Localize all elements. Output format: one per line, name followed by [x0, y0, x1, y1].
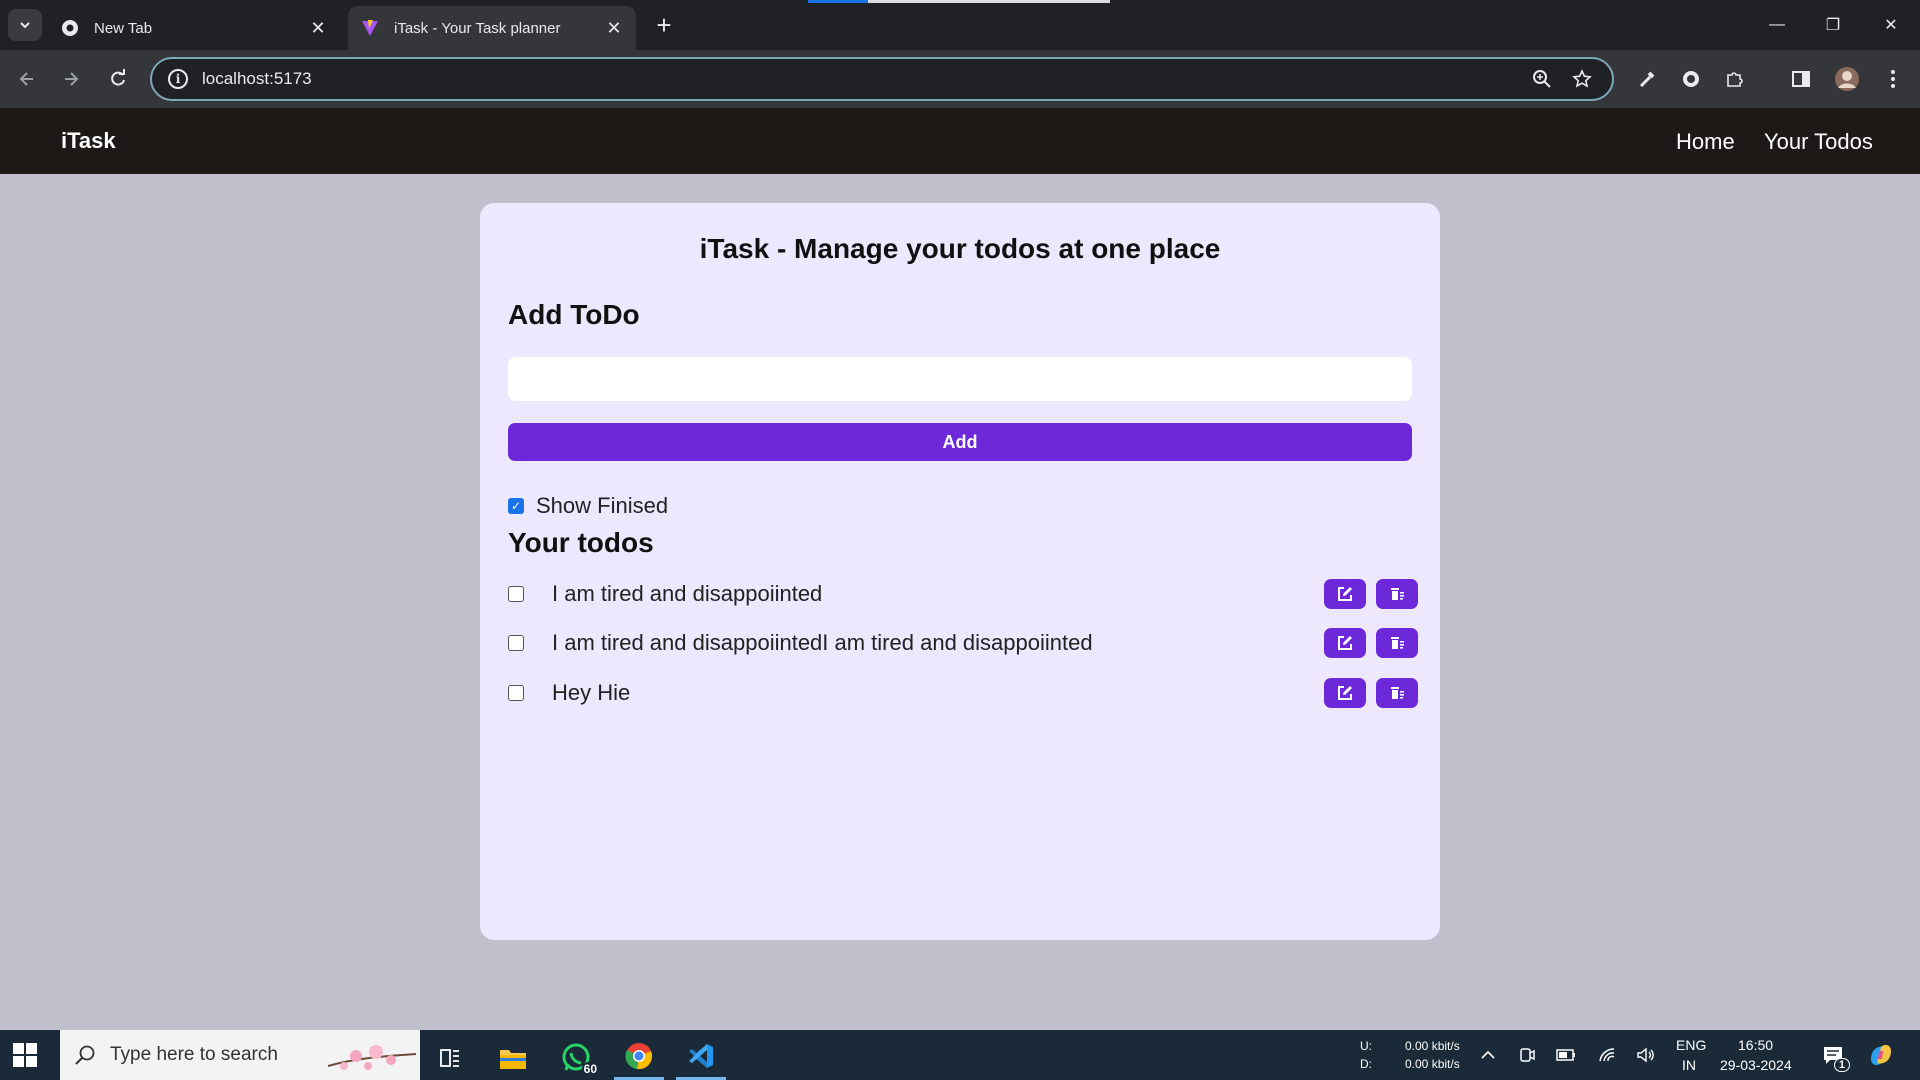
todo-card: iTask - Manage your todos at one place A… [480, 203, 1440, 940]
add-todo-heading: Add ToDo [508, 299, 640, 330]
vscode-icon[interactable] [676, 1035, 726, 1080]
chevron-down-icon [20, 22, 30, 29]
zoom-icon[interactable] [1528, 65, 1556, 93]
net-download-speed: 0.00 kbit/s [1405, 1057, 1460, 1071]
edit-button[interactable] [1324, 678, 1366, 708]
notifications-icon[interactable]: 1 [1820, 1042, 1850, 1072]
forward-icon[interactable] [56, 64, 86, 94]
whatsapp-icon[interactable]: 60 [551, 1035, 601, 1080]
add-button[interactable]: Add [508, 423, 1412, 461]
todo-item: Hey Hie [508, 677, 1418, 709]
todo-item: I am tired and disappoiinted [508, 578, 1418, 610]
chevron-up-icon[interactable] [1478, 1045, 1498, 1065]
site-brand: iTask [61, 128, 116, 153]
browser-tab-bar: New Tab ✕ iTask - Your Task planner ✕ + … [0, 0, 1920, 50]
chrome-icon [60, 18, 80, 38]
browser-toolbar: i localhost:5173 [0, 50, 1920, 108]
whatsapp-badge: 60 [581, 1062, 599, 1076]
nav-link-your-todos[interactable]: Your Todos [1764, 129, 1873, 155]
show-finished-label: Show Finised [536, 493, 669, 518]
close-icon[interactable]: ✕ [604, 18, 624, 38]
tab-strip-indicator [808, 0, 1110, 3]
todo-input[interactable] [508, 357, 1412, 401]
region-indicator[interactable]: IN [1682, 1057, 1696, 1073]
page-title: iTask - Manage your todos at one place [699, 233, 1221, 264]
tab-title: iTask - Your Task planner [394, 19, 561, 37]
puzzle-icon[interactable] [1720, 64, 1750, 94]
tab-new-tab[interactable]: New Tab ✕ [48, 6, 340, 50]
file-explorer-icon[interactable] [488, 1035, 538, 1080]
edit-icon [1338, 636, 1352, 650]
chrome-taskbar-icon[interactable] [614, 1035, 664, 1080]
back-icon[interactable] [12, 64, 42, 94]
side-panel-icon[interactable] [1786, 64, 1816, 94]
eyedropper-extension-icon[interactable] [1632, 64, 1662, 94]
reload-icon[interactable] [103, 64, 133, 94]
todo-checkbox[interactable] [508, 586, 524, 602]
volume-icon[interactable] [1636, 1045, 1656, 1065]
clock-time[interactable]: 16:50 [1738, 1037, 1773, 1053]
delete-icon [1391, 588, 1404, 600]
delete-icon [1391, 637, 1404, 649]
edit-icon [1338, 686, 1352, 700]
todo-checkbox[interactable] [508, 685, 524, 701]
show-finished-checkbox[interactable]: ✓ [508, 498, 524, 514]
notification-badge: 1 [1833, 1058, 1850, 1072]
show-finished-toggle[interactable]: ✓ Show Finised [508, 493, 668, 519]
battery-icon[interactable] [1556, 1045, 1576, 1065]
delete-icon [1391, 687, 1404, 699]
close-icon[interactable]: ✕ [308, 18, 328, 38]
tab-search-button[interactable] [8, 9, 42, 41]
edit-button[interactable] [1324, 579, 1366, 609]
todo-checkbox[interactable] [508, 635, 524, 651]
net-upload-speed: 0.00 kbit/s [1405, 1039, 1460, 1053]
your-todos-heading: Your todos [508, 527, 654, 558]
vite-icon [360, 18, 380, 38]
nav-link-home[interactable]: Home [1676, 129, 1735, 155]
minimize-icon[interactable]: — [1764, 12, 1790, 38]
todo-text: I am tired and disappoiintedI am tired a… [552, 630, 1093, 655]
url-text[interactable]: localhost:5173 [202, 69, 1516, 89]
tab-itask[interactable]: iTask - Your Task planner ✕ [348, 6, 636, 50]
todo-text: I am tired and disappoiinted [552, 581, 823, 606]
delete-button[interactable] [1376, 628, 1418, 658]
windows-taskbar: Type here to search 60 U: D: 0.00 kbit/s… [0, 1030, 1920, 1080]
copilot-icon[interactable] [1866, 1040, 1896, 1070]
language-indicator[interactable]: ENG [1676, 1037, 1706, 1053]
restore-icon[interactable]: ❐ [1820, 12, 1846, 38]
taskbar-search[interactable]: Type here to search [60, 1030, 420, 1080]
site-navbar: iTask Home Your Todos [0, 108, 1920, 174]
todo-text: Hey Hie [552, 680, 631, 705]
window-close-icon[interactable]: ✕ [1878, 12, 1904, 38]
edit-icon [1338, 587, 1352, 601]
clock-date[interactable]: 29-03-2024 [1720, 1057, 1792, 1073]
delete-button[interactable] [1376, 678, 1418, 708]
bookmark-star-icon[interactable] [1568, 65, 1596, 93]
windows-start-icon[interactable] [12, 1042, 38, 1068]
address-bar[interactable]: i localhost:5173 [150, 57, 1614, 101]
delete-button[interactable] [1376, 579, 1418, 609]
search-icon [75, 1045, 95, 1065]
tab-title: New Tab [94, 19, 153, 37]
edit-button[interactable] [1324, 628, 1366, 658]
new-tab-button[interactable]: + [650, 10, 678, 40]
search-placeholder: Type here to search [110, 1044, 278, 1065]
meet-now-icon[interactable] [1517, 1045, 1537, 1065]
net-upload-label: U: [1360, 1039, 1372, 1053]
net-download-label: D: [1360, 1057, 1372, 1071]
extension-icon[interactable] [1676, 64, 1706, 94]
menu-dots-icon[interactable] [1878, 64, 1908, 94]
profile-avatar[interactable] [1832, 64, 1862, 94]
cherry-blossom-icon [327, 1045, 417, 1070]
site-info-icon[interactable]: i [168, 69, 188, 89]
task-view-icon[interactable] [425, 1035, 475, 1080]
wifi-icon[interactable] [1597, 1045, 1617, 1065]
todo-item: I am tired and disappoiintedI am tired a… [508, 627, 1418, 659]
